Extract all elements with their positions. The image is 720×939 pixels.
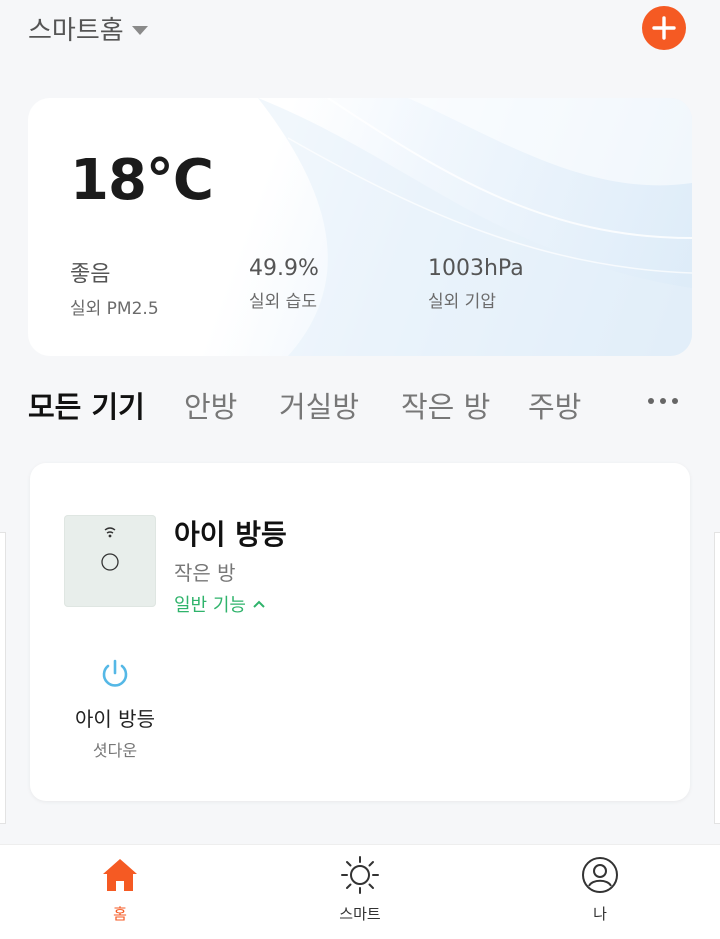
device-room: 작은 방	[174, 561, 236, 585]
bottom-nav: 홈 스마트 나	[0, 844, 720, 939]
stat-label: 실외 PM2.5	[70, 299, 159, 319]
chevron-up-icon	[253, 600, 265, 608]
stat-label: 실외 기압	[428, 292, 496, 312]
caret-down-icon	[131, 26, 148, 35]
tab-all-devices[interactable]: 모든 기기	[28, 384, 145, 426]
tab-small-room[interactable]: 작은 방	[401, 384, 490, 426]
stat-value: 1003hPa	[428, 256, 524, 281]
stat-value: 좋음	[70, 262, 111, 287]
stat-value: 49.9%	[249, 256, 319, 281]
plus-icon	[652, 16, 676, 40]
temperature: 18°C	[70, 148, 214, 213]
function-toggle[interactable]: 일반 기능	[174, 591, 266, 617]
header: 스마트홈	[0, 0, 720, 60]
user-icon	[582, 857, 618, 893]
tab-kitchen[interactable]: 주방	[528, 384, 581, 426]
device-card[interactable]: 아이 방등 작은 방 일반 기능 아이 방등 셧다운	[30, 463, 690, 801]
power-icon	[102, 659, 128, 687]
home-title: 스마트홈	[28, 16, 124, 46]
nav-label: 나	[593, 905, 607, 923]
switch-panel-icon	[101, 527, 119, 571]
weather-card[interactable]: 18°C 좋음 실외 PM2.5 49.9% 실외 습도 1003hPa 실외 …	[28, 98, 692, 356]
nav-label: 홈	[113, 905, 127, 923]
home-icon	[103, 859, 137, 891]
home-selector[interactable]: 스마트홈	[28, 10, 148, 47]
sun-icon	[341, 856, 379, 894]
nav-label: 스마트	[339, 905, 381, 923]
add-device-button[interactable]	[642, 6, 686, 50]
stat-humidity: 49.9% 실외 습도	[249, 256, 319, 312]
nav-home[interactable]: 홈	[60, 855, 180, 924]
more-icon[interactable]	[648, 398, 678, 404]
nav-me[interactable]: 나	[540, 855, 660, 924]
stat-pm25: 좋음 실외 PM2.5	[70, 256, 159, 319]
next-card-edge	[714, 532, 720, 824]
switch-name: 아이 방등	[75, 707, 155, 731]
function-label: 일반 기능	[174, 595, 246, 616]
nav-smart[interactable]: 스마트	[300, 855, 420, 924]
switch-state: 셧다운	[92, 741, 138, 760]
tab-master-bedroom[interactable]: 안방	[184, 384, 237, 426]
power-button[interactable]	[98, 657, 132, 691]
room-tabs: 모든 기기 안방 거실방 작은 방 주방	[0, 384, 720, 434]
stat-label: 실외 습도	[249, 292, 317, 312]
tab-living-room[interactable]: 거실방	[279, 384, 359, 426]
prev-card-edge	[0, 532, 6, 824]
device-name: 아이 방등	[174, 518, 287, 551]
device-thumbnail	[64, 515, 156, 607]
stat-pressure: 1003hPa 실외 기압	[428, 256, 524, 312]
